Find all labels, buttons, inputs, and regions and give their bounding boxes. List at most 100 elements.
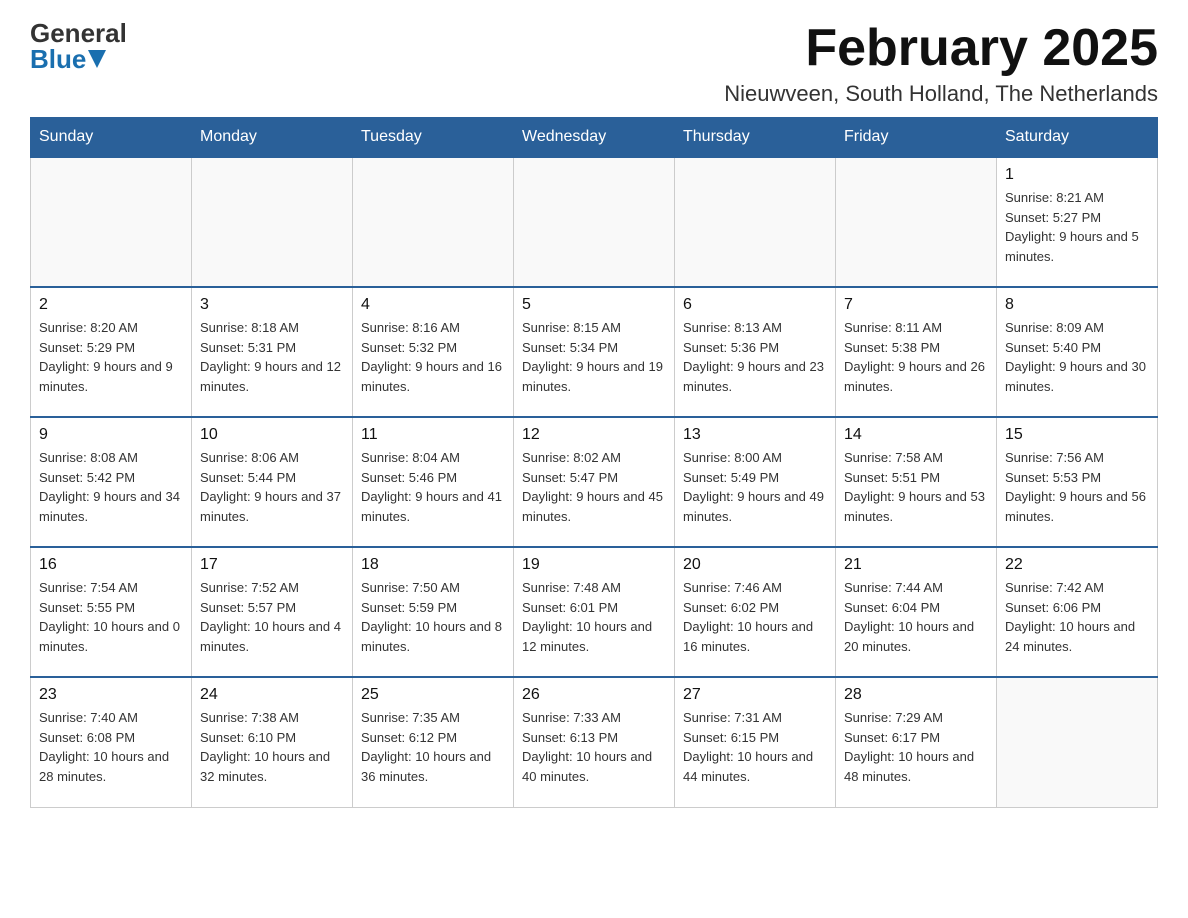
calendar-day: 10 Sunrise: 8:06 AMSunset: 5:44 PMDayligh… bbox=[192, 417, 353, 547]
day-number: 3 bbox=[200, 296, 344, 314]
day-number: 26 bbox=[522, 686, 666, 704]
day-info: Sunrise: 8:08 AMSunset: 5:42 PMDaylight:… bbox=[39, 448, 183, 526]
day-number: 16 bbox=[39, 556, 183, 574]
day-info: Sunrise: 7:50 AMSunset: 5:59 PMDaylight:… bbox=[361, 578, 505, 656]
calendar-day: 5 Sunrise: 8:15 AMSunset: 5:34 PMDaylight… bbox=[514, 287, 675, 417]
day-number: 27 bbox=[683, 686, 827, 704]
day-info: Sunrise: 8:02 AMSunset: 5:47 PMDaylight:… bbox=[522, 448, 666, 526]
calendar-day bbox=[675, 157, 836, 287]
calendar-day: 27 Sunrise: 7:31 AMSunset: 6:15 PMDayligh… bbox=[675, 677, 836, 807]
calendar-day: 12 Sunrise: 8:02 AMSunset: 5:47 PMDayligh… bbox=[514, 417, 675, 547]
day-info: Sunrise: 7:40 AMSunset: 6:08 PMDaylight:… bbox=[39, 708, 183, 786]
day-info: Sunrise: 7:52 AMSunset: 5:57 PMDaylight:… bbox=[200, 578, 344, 656]
day-header-monday: Monday bbox=[192, 118, 353, 158]
day-info: Sunrise: 7:54 AMSunset: 5:55 PMDaylight:… bbox=[39, 578, 183, 656]
day-number: 25 bbox=[361, 686, 505, 704]
day-number: 2 bbox=[39, 296, 183, 314]
day-number: 14 bbox=[844, 426, 988, 444]
calendar-day bbox=[353, 157, 514, 287]
day-info: Sunrise: 7:31 AMSunset: 6:15 PMDaylight:… bbox=[683, 708, 827, 786]
calendar-table: SundayMondayTuesdayWednesdayThursdayFrid… bbox=[30, 117, 1158, 808]
calendar-day: 9 Sunrise: 8:08 AMSunset: 5:42 PMDaylight… bbox=[31, 417, 192, 547]
calendar-day: 17 Sunrise: 7:52 AMSunset: 5:57 PMDayligh… bbox=[192, 547, 353, 677]
day-number: 7 bbox=[844, 296, 988, 314]
title-block: February 2025 Nieuwveen, South Holland, … bbox=[724, 20, 1158, 107]
logo: General Blue bbox=[30, 20, 127, 72]
day-info: Sunrise: 7:58 AMSunset: 5:51 PMDaylight:… bbox=[844, 448, 988, 526]
calendar-day: 21 Sunrise: 7:44 AMSunset: 6:04 PMDayligh… bbox=[836, 547, 997, 677]
calendar-day: 18 Sunrise: 7:50 AMSunset: 5:59 PMDayligh… bbox=[353, 547, 514, 677]
calendar-day: 11 Sunrise: 8:04 AMSunset: 5:46 PMDayligh… bbox=[353, 417, 514, 547]
calendar-week-row: 2 Sunrise: 8:20 AMSunset: 5:29 PMDaylight… bbox=[31, 287, 1158, 417]
calendar-day: 14 Sunrise: 7:58 AMSunset: 5:51 PMDayligh… bbox=[836, 417, 997, 547]
day-info: Sunrise: 7:38 AMSunset: 6:10 PMDaylight:… bbox=[200, 708, 344, 786]
calendar-day: 6 Sunrise: 8:13 AMSunset: 5:36 PMDaylight… bbox=[675, 287, 836, 417]
day-info: Sunrise: 7:33 AMSunset: 6:13 PMDaylight:… bbox=[522, 708, 666, 786]
calendar-day: 25 Sunrise: 7:35 AMSunset: 6:12 PMDayligh… bbox=[353, 677, 514, 807]
day-info: Sunrise: 7:35 AMSunset: 6:12 PMDaylight:… bbox=[361, 708, 505, 786]
day-number: 15 bbox=[1005, 426, 1149, 444]
day-header-saturday: Saturday bbox=[997, 118, 1158, 158]
day-number: 11 bbox=[361, 426, 505, 444]
day-number: 23 bbox=[39, 686, 183, 704]
day-number: 8 bbox=[1005, 296, 1149, 314]
calendar-day: 23 Sunrise: 7:40 AMSunset: 6:08 PMDayligh… bbox=[31, 677, 192, 807]
calendar-day bbox=[836, 157, 997, 287]
calendar-day bbox=[997, 677, 1158, 807]
day-number: 6 bbox=[683, 296, 827, 314]
day-info: Sunrise: 8:06 AMSunset: 5:44 PMDaylight:… bbox=[200, 448, 344, 526]
day-info: Sunrise: 8:00 AMSunset: 5:49 PMDaylight:… bbox=[683, 448, 827, 526]
day-number: 9 bbox=[39, 426, 183, 444]
day-info: Sunrise: 8:21 AMSunset: 5:27 PMDaylight:… bbox=[1005, 188, 1149, 266]
calendar-day: 26 Sunrise: 7:33 AMSunset: 6:13 PMDayligh… bbox=[514, 677, 675, 807]
calendar-day: 13 Sunrise: 8:00 AMSunset: 5:49 PMDayligh… bbox=[675, 417, 836, 547]
calendar-day: 3Sunrise: 8:18 AMSunset: 5:31 PMDaylight… bbox=[192, 287, 353, 417]
day-info: Sunrise: 7:56 AMSunset: 5:53 PMDaylight:… bbox=[1005, 448, 1149, 526]
calendar-day: 28Sunrise: 7:29 AMSunset: 6:17 PMDayligh… bbox=[836, 677, 997, 807]
calendar-day: 4 Sunrise: 8:16 AMSunset: 5:32 PMDaylight… bbox=[353, 287, 514, 417]
day-number: 19 bbox=[522, 556, 666, 574]
day-info: Sunrise: 8:09 AMSunset: 5:40 PMDaylight:… bbox=[1005, 318, 1149, 396]
day-info: Sunrise: 7:46 AMSunset: 6:02 PMDaylight:… bbox=[683, 578, 827, 656]
day-number: 18 bbox=[361, 556, 505, 574]
day-number: 17 bbox=[200, 556, 344, 574]
day-number: 1 bbox=[1005, 166, 1149, 184]
calendar-week-row: 9 Sunrise: 8:08 AMSunset: 5:42 PMDaylight… bbox=[31, 417, 1158, 547]
calendar-day: 1 Sunrise: 8:21 AMSunset: 5:27 PMDaylight… bbox=[997, 157, 1158, 287]
page-header: General Blue February 2025 Nieuwveen, So… bbox=[30, 20, 1158, 107]
calendar-day: 8 Sunrise: 8:09 AMSunset: 5:40 PMDaylight… bbox=[997, 287, 1158, 417]
logo-blue: Blue bbox=[30, 46, 86, 72]
day-info: Sunrise: 7:44 AMSunset: 6:04 PMDaylight:… bbox=[844, 578, 988, 656]
day-info: Sunrise: 8:11 AMSunset: 5:38 PMDaylight:… bbox=[844, 318, 988, 396]
day-info: Sunrise: 8:20 AMSunset: 5:29 PMDaylight:… bbox=[39, 318, 183, 396]
day-number: 4 bbox=[361, 296, 505, 314]
logo-general: General bbox=[30, 20, 127, 46]
day-number: 13 bbox=[683, 426, 827, 444]
day-info: Sunrise: 8:16 AMSunset: 5:32 PMDaylight:… bbox=[361, 318, 505, 396]
calendar-day: 20 Sunrise: 7:46 AMSunset: 6:02 PMDayligh… bbox=[675, 547, 836, 677]
day-info: Sunrise: 8:13 AMSunset: 5:36 PMDaylight:… bbox=[683, 318, 827, 396]
calendar-day bbox=[514, 157, 675, 287]
calendar-header-row: SundayMondayTuesdayWednesdayThursdayFrid… bbox=[31, 118, 1158, 158]
day-number: 10 bbox=[200, 426, 344, 444]
calendar-day: 24Sunrise: 7:38 AMSunset: 6:10 PMDayligh… bbox=[192, 677, 353, 807]
calendar-day: 2 Sunrise: 8:20 AMSunset: 5:29 PMDaylight… bbox=[31, 287, 192, 417]
calendar-week-row: 1 Sunrise: 8:21 AMSunset: 5:27 PMDaylight… bbox=[31, 157, 1158, 287]
calendar-day: 22Sunrise: 7:42 AMSunset: 6:06 PMDayligh… bbox=[997, 547, 1158, 677]
calendar-day: 19 Sunrise: 7:48 AMSunset: 6:01 PMDayligh… bbox=[514, 547, 675, 677]
day-number: 12 bbox=[522, 426, 666, 444]
calendar-day: 7 Sunrise: 8:11 AMSunset: 5:38 PMDaylight… bbox=[836, 287, 997, 417]
day-number: 20 bbox=[683, 556, 827, 574]
day-number: 22 bbox=[1005, 556, 1149, 574]
day-info: Sunrise: 7:29 AMSunset: 6:17 PMDaylight:… bbox=[844, 708, 988, 786]
calendar-week-row: 23 Sunrise: 7:40 AMSunset: 6:08 PMDayligh… bbox=[31, 677, 1158, 807]
calendar-day: 15 Sunrise: 7:56 AMSunset: 5:53 PMDayligh… bbox=[997, 417, 1158, 547]
location-subtitle: Nieuwveen, South Holland, The Netherland… bbox=[724, 81, 1158, 107]
day-info: Sunrise: 8:04 AMSunset: 5:46 PMDaylight:… bbox=[361, 448, 505, 526]
day-info: Sunrise: 7:48 AMSunset: 6:01 PMDaylight:… bbox=[522, 578, 666, 656]
calendar-day: 16 Sunrise: 7:54 AMSunset: 5:55 PMDayligh… bbox=[31, 547, 192, 677]
logo-triangle-icon bbox=[88, 50, 106, 68]
day-number: 21 bbox=[844, 556, 988, 574]
day-number: 5 bbox=[522, 296, 666, 314]
day-info: Sunrise: 8:15 AMSunset: 5:34 PMDaylight:… bbox=[522, 318, 666, 396]
